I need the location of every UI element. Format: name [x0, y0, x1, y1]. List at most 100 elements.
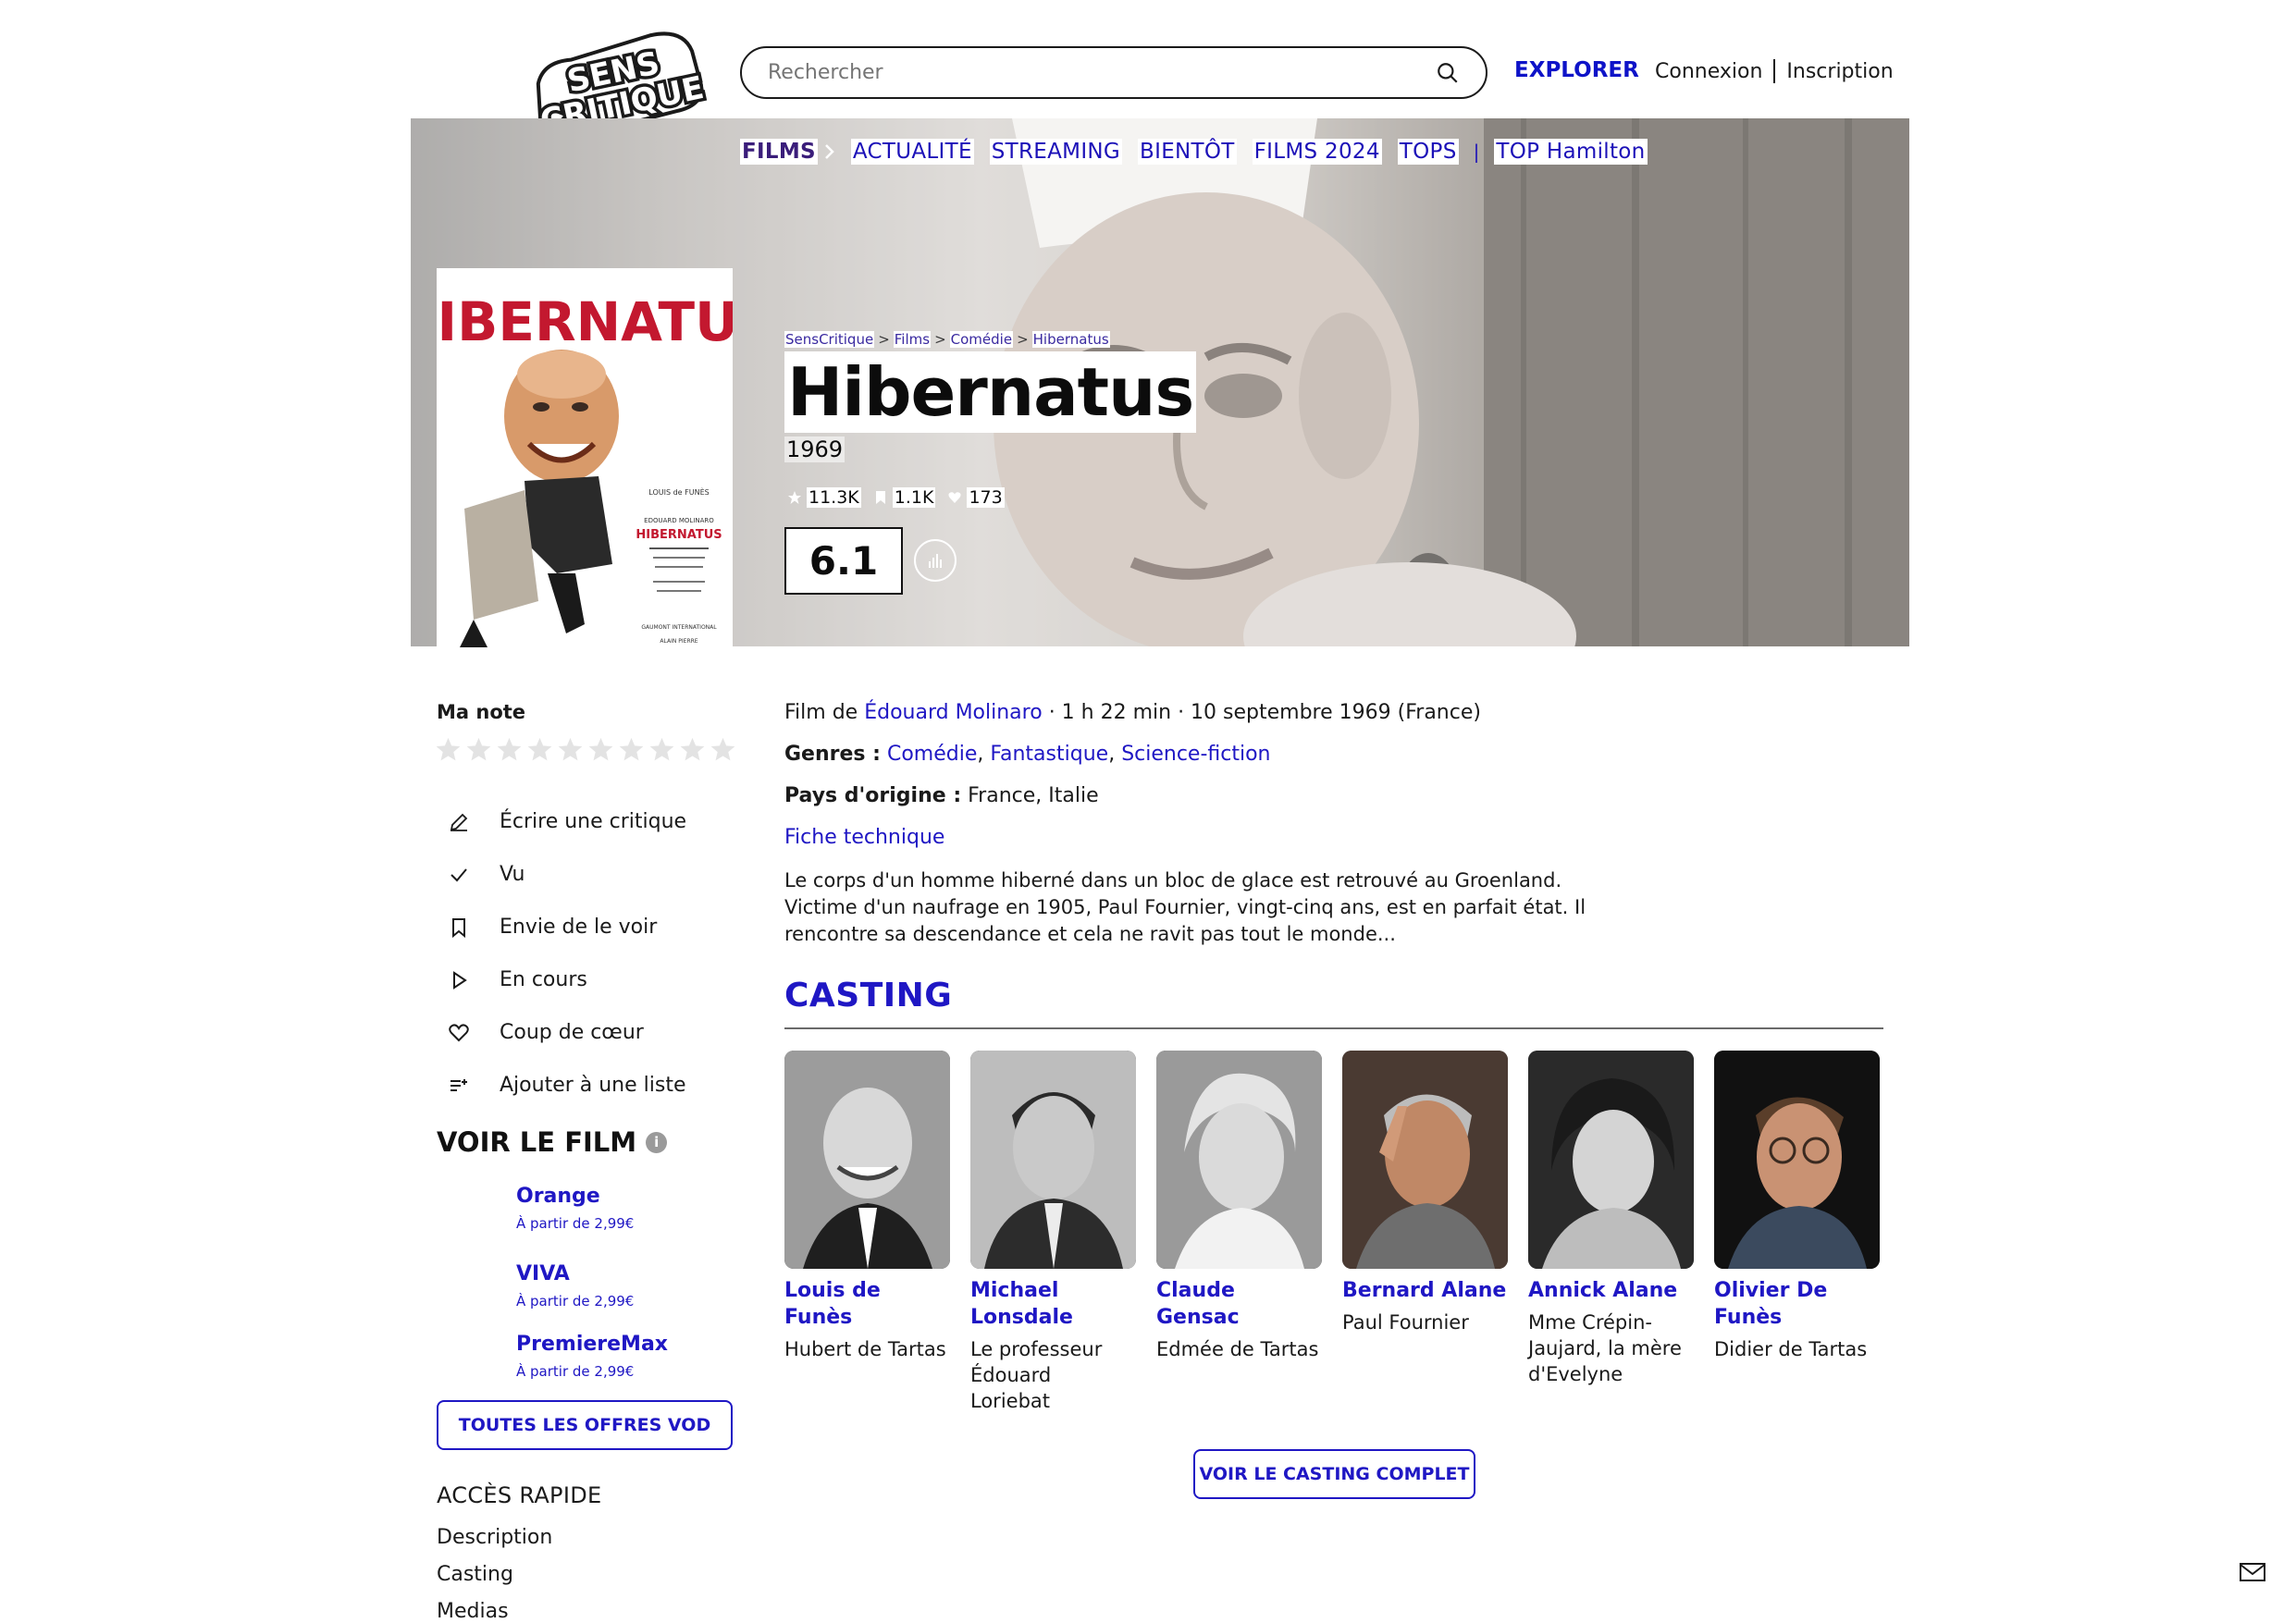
actor-photo[interactable] — [970, 1051, 1136, 1269]
check-icon — [446, 862, 472, 888]
actor-role: Edmée de Tartas — [1156, 1338, 1319, 1360]
action-label: Envie de le voir — [500, 916, 658, 939]
action-label: Écrire une critique — [500, 810, 687, 833]
cast-card[interactable]: Michael Lonsdale Le professeur Édouard L… — [970, 1051, 1136, 1414]
quick-link-description[interactable]: Description — [437, 1526, 552, 1549]
all-vod-offers-button[interactable]: TOUTES LES OFFRES VOD — [437, 1400, 733, 1450]
breadcrumb-comedie[interactable]: Comédie — [949, 331, 1014, 348]
user-actions: Écrire une critique Vu Envie de le voir En … — [437, 795, 686, 1112]
genre-science-fiction[interactable]: Science-fiction — [1121, 743, 1270, 766]
director-link[interactable]: Édouard Molinaro — [864, 701, 1042, 724]
movie-stats: 11.3K 1.1K 173 — [788, 487, 1005, 508]
explorer-link[interactable]: EXPLORER — [1514, 58, 1639, 82]
actor-name[interactable]: Bernard Alane — [1342, 1277, 1508, 1304]
svg-text:ALAIN PIERRE: ALAIN PIERRE — [660, 638, 697, 645]
action-list-add[interactable]: Ajouter à une liste — [437, 1059, 686, 1112]
rating-star-icon[interactable] — [648, 736, 675, 763]
bookmark-icon — [875, 491, 885, 504]
search-icon[interactable] — [1436, 61, 1460, 85]
favorites-count: 173 — [948, 487, 1005, 508]
average-score: 6.1 — [784, 527, 903, 595]
actor-photo[interactable] — [784, 1051, 950, 1269]
actor-photo[interactable] — [1156, 1051, 1322, 1269]
nav-top-hamilton[interactable]: TOP Hamilton — [1494, 139, 1648, 165]
cast-card[interactable]: Bernard Alane Paul Fournier — [1342, 1051, 1508, 1414]
auth-divider — [1773, 59, 1776, 83]
cast-card[interactable]: Annick Alane Mme Crépin-Jaujard, la mère… — [1528, 1051, 1694, 1414]
actor-role: Le professeur Édouard Loriebat — [970, 1338, 1103, 1412]
list-add-icon — [446, 1073, 472, 1099]
nav-bientot[interactable]: BIENTÔT — [1138, 139, 1237, 165]
login-link[interactable]: Connexion — [1655, 60, 1762, 83]
nav-films[interactable]: FILMS — [740, 139, 818, 165]
fiche-technique-link[interactable]: Fiche technique — [784, 826, 944, 849]
nav-films-2024[interactable]: FILMS 2024 — [1252, 139, 1382, 165]
genre-fantastique[interactable]: Fantastique — [990, 743, 1108, 766]
nav-divider: | — [1473, 141, 1480, 163]
actor-name[interactable]: Michael Lonsdale — [970, 1277, 1136, 1331]
actor-photo[interactable] — [1714, 1051, 1880, 1269]
genre-comedie[interactable]: Comédie — [887, 743, 977, 766]
rating-star-icon[interactable] — [710, 736, 736, 763]
pencil-icon — [446, 809, 472, 835]
action-bookmark[interactable]: Envie de le voir — [437, 901, 686, 953]
nav-actualite[interactable]: ACTUALITÉ — [850, 139, 974, 165]
search-input[interactable] — [768, 61, 1436, 84]
quick-access-heading: ACCÈS RAPIDE — [437, 1482, 602, 1508]
breadcrumb-films[interactable]: Films — [893, 331, 932, 348]
rating-stars[interactable] — [435, 736, 736, 763]
rating-star-icon[interactable] — [465, 736, 492, 763]
breadcrumb-current: Hibernatus — [1031, 331, 1110, 348]
mail-icon[interactable] — [2239, 1561, 2266, 1583]
bookmark-icon — [446, 915, 472, 941]
heart-icon — [446, 1020, 472, 1046]
info-icon[interactable]: i — [646, 1131, 668, 1153]
actor-photo[interactable] — [1528, 1051, 1694, 1269]
cast-card[interactable]: Louis de Funès Hubert de Tartas — [784, 1051, 950, 1414]
offer-viva[interactable]: VIVA À partir de 2,99€ — [516, 1262, 634, 1309]
movie-poster[interactable]: HIBERNATUS LOUIS de FUNÈS EDOUARD MOLINA… — [437, 268, 733, 664]
action-play[interactable]: En cours — [437, 953, 686, 1006]
nav-tops[interactable]: TOPS — [1397, 139, 1459, 165]
breadcrumb-senscritique[interactable]: SensCritique — [784, 331, 875, 348]
cast-list: Louis de Funès Hubert de Tartas Michael … — [784, 1051, 1880, 1414]
rating-distribution-button[interactable] — [914, 539, 957, 582]
rating-star-icon[interactable] — [496, 736, 523, 763]
quick-link-medias[interactable]: Medias — [437, 1600, 509, 1623]
cast-card[interactable]: Olivier De Funès Didier de Tartas — [1714, 1051, 1880, 1414]
actor-name[interactable]: Annick Alane — [1528, 1277, 1694, 1304]
casting-heading: CASTING — [784, 977, 953, 1014]
actor-name[interactable]: Olivier De Funès — [1714, 1277, 1880, 1331]
full-casting-button[interactable]: VOIR LE CASTING COMPLET — [1193, 1449, 1475, 1499]
action-heart[interactable]: Coup de cœur — [437, 1006, 686, 1059]
actor-role: Paul Fournier — [1342, 1311, 1469, 1334]
offer-premieremax[interactable]: PremiereMax À partir de 2,99€ — [516, 1333, 668, 1380]
rating-star-icon[interactable] — [435, 736, 462, 763]
action-pencil[interactable]: Écrire une critique — [437, 795, 686, 848]
rating-star-icon[interactable] — [557, 736, 584, 763]
casting-divider — [784, 1027, 1883, 1029]
search-bar[interactable] — [740, 46, 1487, 99]
cast-card[interactable]: Claude Gensac Edmée de Tartas — [1156, 1051, 1322, 1414]
rating-star-icon[interactable] — [526, 736, 553, 763]
offer-orange[interactable]: Orange À partir de 2,99€ — [516, 1185, 634, 1232]
nav-streaming[interactable]: STREAMING — [989, 139, 1123, 165]
signup-link[interactable]: Inscription — [1786, 60, 1893, 83]
actor-name[interactable]: Claude Gensac — [1156, 1277, 1322, 1331]
my-rating-label: Ma note — [437, 701, 526, 723]
rating-star-icon[interactable] — [587, 736, 614, 763]
play-icon — [446, 967, 472, 993]
rating-star-icon[interactable] — [679, 736, 706, 763]
rating-star-icon[interactable] — [618, 736, 645, 763]
action-label: Coup de cœur — [500, 1021, 644, 1044]
quick-link-casting[interactable]: Casting — [437, 1563, 513, 1586]
actor-role: Mme Crépin-Jaujard, la mère d'Evelyne — [1528, 1311, 1682, 1385]
page-title: Hibernatus — [784, 351, 1197, 433]
action-label: En cours — [500, 968, 587, 991]
action-label: Vu — [500, 863, 525, 886]
action-check[interactable]: Vu — [437, 848, 686, 901]
voir-le-film-heading: VOIR LE FILM i — [437, 1126, 668, 1158]
actor-name[interactable]: Louis de Funès — [784, 1277, 950, 1331]
auth-links: Connexion Inscription — [1655, 59, 1894, 83]
actor-photo[interactable] — [1342, 1051, 1508, 1269]
